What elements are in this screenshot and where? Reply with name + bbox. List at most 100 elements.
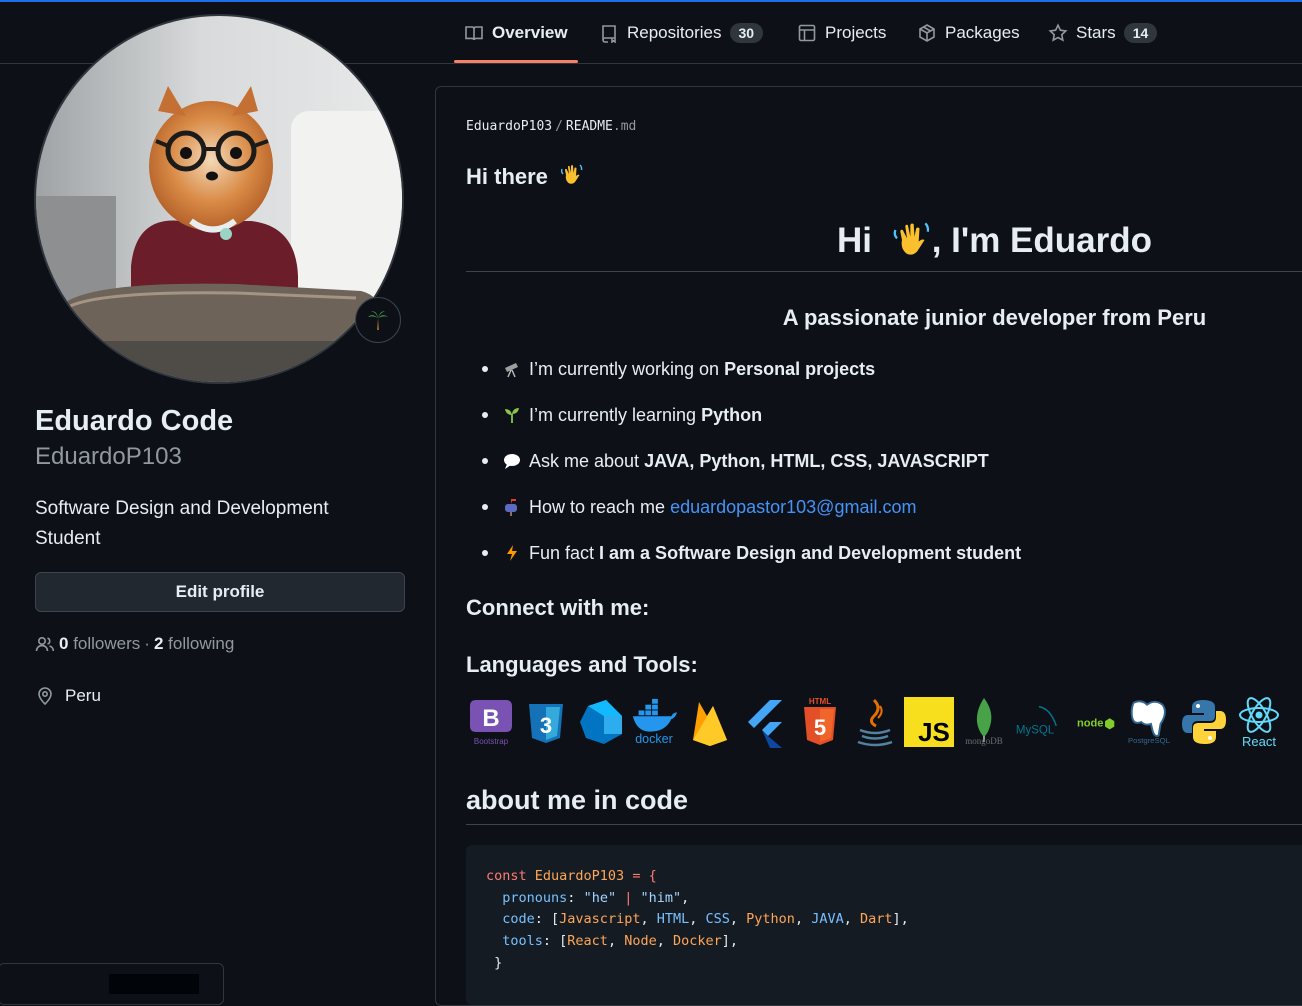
svg-text:3: 3 <box>540 713 552 738</box>
list-item: Ask me about JAVA, Python, HTML, CSS, JAV… <box>481 438 1021 484</box>
html5-logo[interactable]: HTML 5 <box>795 696 845 748</box>
code-key: tools <box>502 933 543 950</box>
email-link[interactable]: eduardopastor103@gmail.com <box>670 497 916 518</box>
waving-hand-icon <box>561 164 583 184</box>
dart-logo[interactable] <box>576 696 626 748</box>
tab-overview-label: Overview <box>492 22 568 42</box>
avatar[interactable] <box>34 14 404 384</box>
location-text: Peru <box>65 686 101 705</box>
mongodb-caption: mongoDB <box>965 736 1003 746</box>
package-icon <box>919 23 935 42</box>
divider <box>466 824 1302 825</box>
bootstrap-logo[interactable]: B Bootstrap <box>466 696 516 748</box>
tab-projects[interactable]: Projects <box>797 2 886 63</box>
lightning-icon <box>507 545 517 561</box>
nodejs-logo[interactable]: node <box>1068 696 1122 748</box>
facts-list: I’m currently working on Personal project… <box>466 346 1021 576</box>
greeting-text: Hi there <box>466 164 548 189</box>
languages-heading: Languages and Tools: <box>466 652 698 677</box>
code-item: Dart <box>859 911 893 928</box>
tab-stars[interactable]: Stars 14 <box>1048 2 1158 63</box>
docker-caption: docker <box>635 732 673 746</box>
postgresql-logo[interactable]: PostgreSQL <box>1124 696 1176 748</box>
code-item: CSS <box>705 911 730 928</box>
breadcrumb-ext: .md <box>612 119 637 134</box>
profile-full-name: Eduardo Code <box>35 405 234 437</box>
followers-count: 0 <box>59 634 69 653</box>
javascript-logo[interactable]: JS <box>904 696 954 748</box>
avatar-photo-dog-with-glasses <box>36 16 402 382</box>
code-key: code <box>502 911 535 928</box>
profile-location: Peru <box>35 686 101 706</box>
mysql-caption: MySQL <box>1016 725 1055 737</box>
about-heading: about me in code <box>466 785 689 815</box>
code-item: React <box>567 933 608 950</box>
tab-packages[interactable]: Packages <box>917 2 1020 63</box>
fact-text: Fun fact <box>529 542 595 563</box>
code-item: JAVA <box>811 911 844 928</box>
code-keyword: const <box>486 868 527 884</box>
code-item: Javascript <box>559 911 641 928</box>
divider <box>466 271 1302 272</box>
svg-text:B: B <box>482 705 499 732</box>
follow-stats: 0 followers · 2 following <box>35 634 234 654</box>
code-string: "him" <box>640 889 682 906</box>
location-pin-icon <box>38 687 52 706</box>
status-emoji-button[interactable] <box>355 297 401 343</box>
javascript-caption: JS <box>918 717 950 747</box>
code-identifier: EduardoP103 <box>534 868 625 884</box>
tab-packages-label: Packages <box>945 22 1020 42</box>
react-logo[interactable]: React <box>1234 696 1284 749</box>
followers-label: followers <box>73 634 141 653</box>
waving-hand-icon <box>893 222 929 255</box>
html5-caption: HTML <box>809 697 831 706</box>
edit-profile-button[interactable]: Edit profile <box>35 572 405 612</box>
palm-tree-icon <box>368 311 388 330</box>
mysql-logo[interactable]: MySQL <box>1012 696 1064 748</box>
followers-link[interactable]: 0 followers <box>59 634 140 654</box>
postgresql-caption: PostgreSQL <box>1128 736 1171 745</box>
breadcrumb-file[interactable]: README <box>566 119 613 134</box>
docker-logo[interactable]: docker <box>629 696 681 748</box>
fact-bold: I am a Software Design and Development s… <box>599 542 1022 563</box>
fact-text: I’m currently learning <box>529 404 697 425</box>
breadcrumb-separator: / <box>555 119 563 134</box>
profile-username: EduardoP103 <box>35 443 182 470</box>
tab-repositories-label: Repositories <box>627 22 722 42</box>
fact-bold: JAVA, Python, HTML, CSS, JAVASCRIPT <box>644 450 989 471</box>
tab-repositories[interactable]: Repositories 30 <box>599 2 764 63</box>
css3-logo[interactable]: 3 <box>521 696 571 748</box>
firebase-logo[interactable] <box>685 696 735 748</box>
headline-post: , I'm Eduardo <box>931 221 1153 260</box>
python-logo[interactable] <box>1179 696 1229 748</box>
telescope-icon <box>505 363 518 378</box>
breadcrumb-user-link[interactable]: EduardoP103 <box>466 119 552 134</box>
java-logo[interactable] <box>850 696 900 748</box>
seedling-icon <box>505 408 519 423</box>
code-operator: | <box>616 889 641 906</box>
mongodb-logo[interactable]: mongoDB <box>959 696 1009 748</box>
code-string: "he" <box>583 889 617 906</box>
readme-headline: Hi , I'm Eduardo <box>466 220 1302 261</box>
following-link[interactable]: 2 following <box>154 634 234 654</box>
follow-separator: · <box>144 634 150 653</box>
react-caption: React <box>1242 734 1276 748</box>
code-item: Docker <box>672 933 722 950</box>
connect-heading: Connect with me: <box>466 595 650 620</box>
code-close: } <box>494 954 503 971</box>
people-icon <box>35 636 55 652</box>
code-item: Node <box>624 933 657 950</box>
fact-bold: Python <box>701 404 763 425</box>
code-content: const EduardoP103 = { pronouns: "he" | "… <box>486 868 909 971</box>
table-icon <box>798 24 816 41</box>
repo-icon <box>602 24 616 43</box>
list-item: Fun fact I am a Software Design and Devel… <box>481 530 1022 576</box>
tab-overview[interactable]: Overview <box>454 2 578 63</box>
fact-bold: Personal projects <box>724 358 876 379</box>
list-item: How to reach me eduardopastor103@gmail.co… <box>481 484 1021 530</box>
book-icon <box>465 25 483 40</box>
readme-subtitle: A passionate junior developer from Peru <box>782 305 1207 330</box>
flutter-logo[interactable] <box>740 696 790 748</box>
tab-stars-label: Stars <box>1076 22 1116 42</box>
code-item: Python <box>746 911 795 928</box>
